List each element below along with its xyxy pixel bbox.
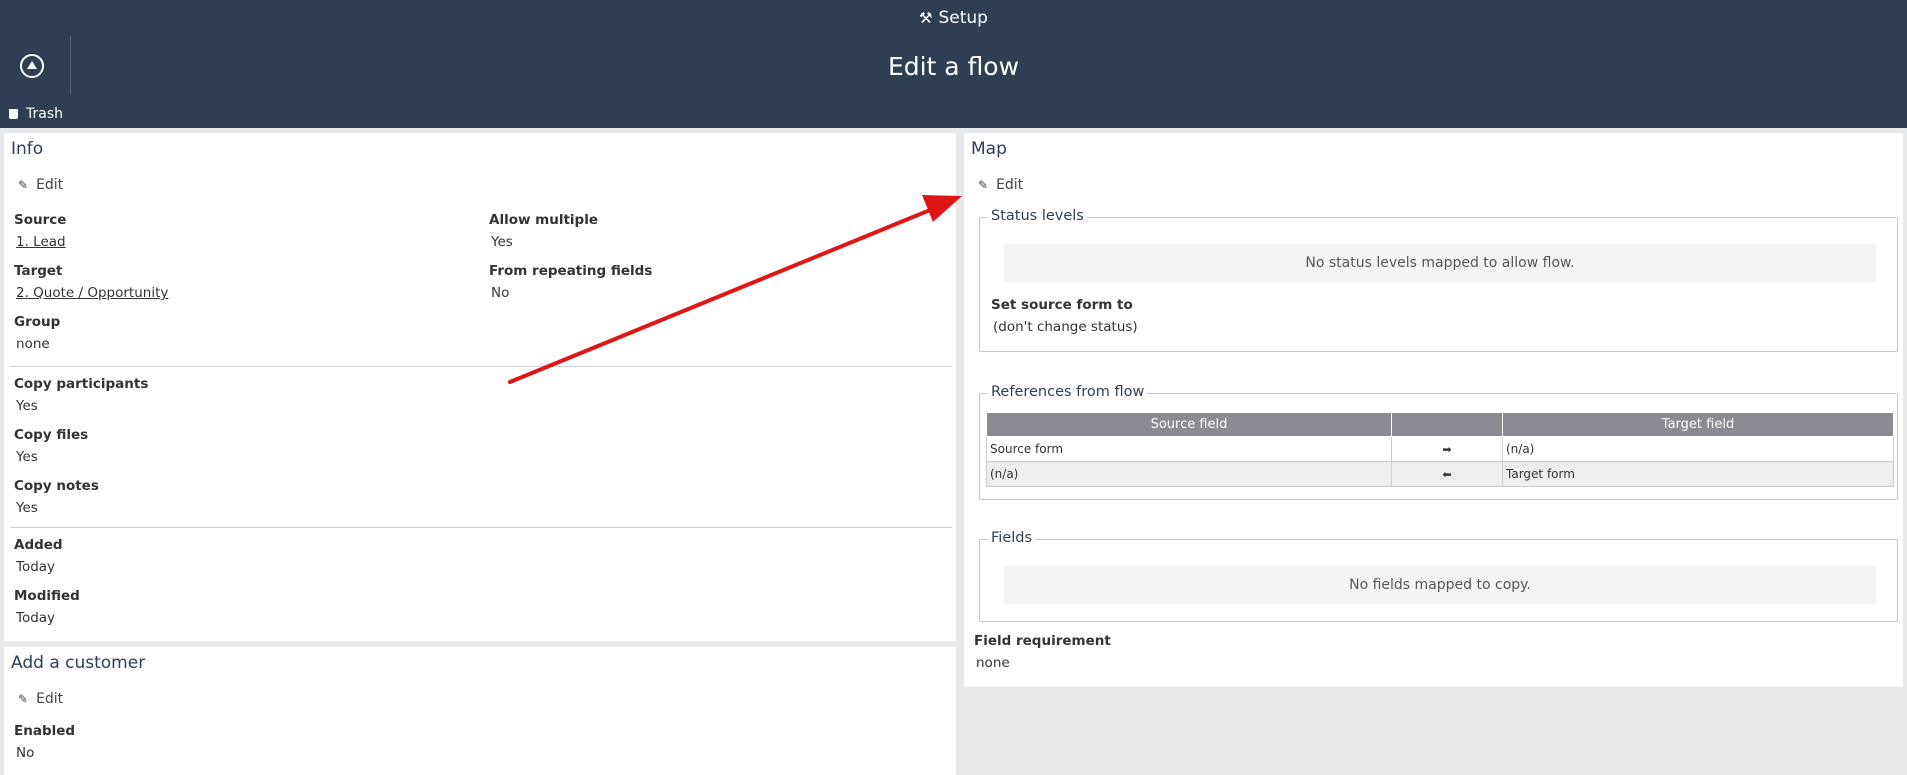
setup-heading[interactable]: ⚒ Setup bbox=[0, 8, 1907, 28]
copy-participants-label: Copy participants bbox=[14, 376, 149, 392]
target-cell: Target form bbox=[1502, 461, 1894, 487]
group-label: Group bbox=[14, 314, 61, 330]
copy-notes-value: Yes bbox=[16, 500, 38, 516]
status-levels-empty: No status levels mapped to allow flow. bbox=[1004, 244, 1876, 282]
info-edit-button[interactable]: ✎ Edit bbox=[18, 177, 63, 193]
modified-label: Modified bbox=[14, 588, 80, 604]
app-header: ⚒ Setup Edit a flow Trash bbox=[0, 0, 1907, 128]
customer-panel: Add a customer ✎ Edit Enabled No bbox=[4, 647, 956, 775]
copy-files-label: Copy files bbox=[14, 427, 89, 443]
allow-multiple-value: Yes bbox=[491, 234, 513, 250]
source-field-header: Source field bbox=[986, 412, 1392, 437]
edit-label: Edit bbox=[996, 177, 1024, 193]
fields-fieldset: Fields No fields mapped to copy. bbox=[979, 530, 1898, 622]
set-source-label: Set source form to bbox=[991, 297, 1133, 313]
copy-files-value: Yes bbox=[16, 449, 38, 465]
table-row: Source form ➡ (n/a) bbox=[986, 436, 1894, 462]
page-title: Edit a flow bbox=[887, 52, 1020, 81]
info-panel: Info ✎ Edit Source 1. Lead Target 2. Quot… bbox=[4, 133, 956, 641]
divider bbox=[10, 366, 952, 367]
group-value: none bbox=[16, 336, 50, 352]
trash-icon bbox=[9, 109, 18, 119]
divider bbox=[10, 527, 952, 528]
fields-legend: Fields bbox=[988, 530, 1036, 546]
added-value: Today bbox=[16, 559, 56, 575]
set-source-value: (don't change status) bbox=[993, 319, 1138, 335]
pencil-icon: ✎ bbox=[18, 178, 29, 192]
customer-edit-button[interactable]: ✎ Edit bbox=[18, 691, 63, 707]
arrow-right-icon: ➡ bbox=[1391, 436, 1503, 462]
target-label: Target bbox=[14, 263, 63, 279]
modified-value: Today bbox=[16, 610, 56, 626]
copy-participants-value: Yes bbox=[16, 398, 38, 414]
enabled-label: Enabled bbox=[14, 723, 76, 739]
added-label: Added bbox=[14, 537, 63, 553]
status-levels-legend: Status levels bbox=[988, 208, 1087, 224]
table-row: (n/a) ⬅ Target form bbox=[986, 461, 1894, 487]
map-edit-button[interactable]: ✎ Edit bbox=[978, 177, 1023, 193]
edit-label: Edit bbox=[36, 691, 64, 707]
target-link[interactable]: 2. Quote / Opportunity bbox=[16, 285, 168, 301]
tools-icon: ⚒ bbox=[919, 9, 933, 27]
source-cell: (n/a) bbox=[986, 461, 1392, 487]
trash-label: Trash bbox=[26, 106, 63, 122]
edit-label: Edit bbox=[36, 177, 64, 193]
field-requirement-label: Field requirement bbox=[974, 633, 1111, 649]
field-requirement-value: none bbox=[976, 655, 1010, 671]
trash-button[interactable]: Trash bbox=[9, 106, 63, 122]
allow-multiple-label: Allow multiple bbox=[489, 212, 598, 228]
pencil-icon: ✎ bbox=[18, 692, 29, 706]
repeating-fields-label: From repeating fields bbox=[489, 263, 653, 279]
info-title: Info bbox=[11, 139, 44, 159]
map-title: Map bbox=[971, 139, 1007, 159]
pencil-icon: ✎ bbox=[978, 178, 989, 192]
setup-label: Setup bbox=[938, 8, 988, 28]
references-legend: References from flow bbox=[988, 384, 1148, 400]
status-levels-fieldset: Status levels No status levels mapped to… bbox=[979, 208, 1898, 352]
repeating-fields-value: No bbox=[491, 285, 510, 301]
customer-title: Add a customer bbox=[11, 653, 146, 673]
fields-empty: No fields mapped to copy. bbox=[1004, 566, 1876, 604]
target-field-header: Target field bbox=[1502, 412, 1894, 437]
arrow-left-icon: ⬅ bbox=[1391, 461, 1503, 487]
copy-notes-label: Copy notes bbox=[14, 478, 99, 494]
source-cell: Source form bbox=[986, 436, 1392, 462]
enabled-value: No bbox=[16, 745, 35, 761]
references-fieldset: References from flow Source field Target… bbox=[979, 384, 1898, 500]
direction-header bbox=[1391, 412, 1503, 437]
source-link[interactable]: 1. Lead bbox=[16, 234, 66, 250]
map-panel: Map ✎ Edit Status levels No status levels… bbox=[964, 133, 1903, 687]
source-label: Source bbox=[14, 212, 67, 228]
target-cell: (n/a) bbox=[1502, 436, 1894, 462]
references-table: Source field Target field Source form ➡ … bbox=[986, 412, 1894, 487]
